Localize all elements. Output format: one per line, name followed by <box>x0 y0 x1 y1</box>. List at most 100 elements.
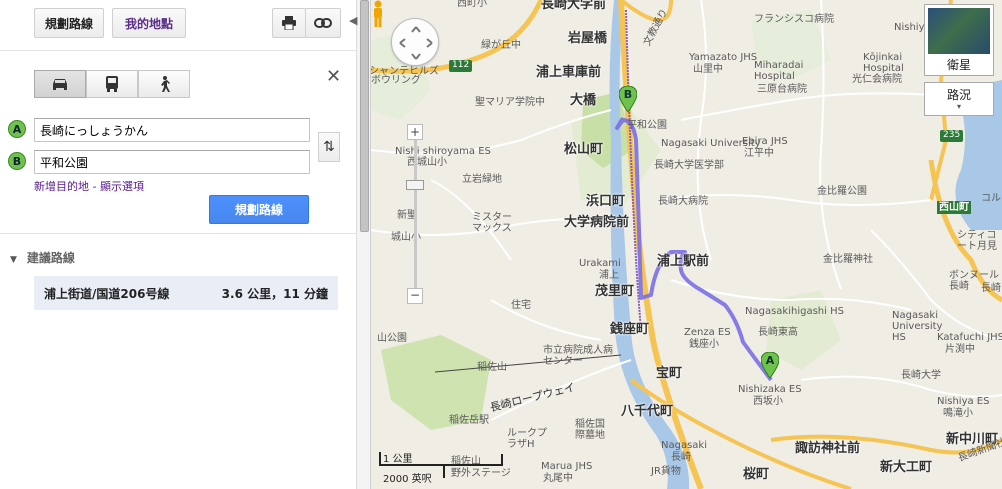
map-label: 光仁会病院 <box>852 74 902 85</box>
pegman-icon[interactable] <box>371 0 385 28</box>
map-label: 丸尾中 <box>543 473 573 484</box>
map-scale: 1 公里 2000 英呎 <box>379 448 519 485</box>
walking-icon <box>161 76 170 92</box>
map-label: フランシスコ病院 <box>754 14 834 25</box>
svg-text:A: A <box>766 354 775 367</box>
map-label: 長崎大学前 <box>541 0 607 12</box>
map-label: 大学病院前 <box>564 215 630 230</box>
scale-imperial: 2000 英呎 <box>383 474 432 485</box>
walking-mode-button[interactable] <box>138 70 190 98</box>
get-directions-tab[interactable]: 規劃路線 <box>34 8 104 38</box>
map-label: 諏訪神社前 <box>795 441 861 456</box>
car-icon <box>53 79 67 90</box>
map-label: Marua JHS <box>541 461 593 472</box>
show-options-link[interactable]: 顯示選項 <box>100 180 144 193</box>
transit-mode-button[interactable] <box>86 70 138 98</box>
map-label: Miharadai Hospital <box>754 60 804 82</box>
traffic-label: 路況 <box>946 88 971 102</box>
bus-icon <box>106 76 118 92</box>
map-label: 稲佐山 <box>477 362 507 373</box>
map-label: Nishizaka ES <box>738 384 802 395</box>
map-label: 片渕中 <box>945 344 975 355</box>
traffic-toggle[interactable]: 路況 ▾ <box>924 82 994 116</box>
map-label: Kōjinkai Hospital <box>863 52 904 74</box>
add-destination-link[interactable]: 新增目的地 <box>34 180 89 193</box>
map-label: 江平中 <box>744 148 774 159</box>
zoom-slider-track[interactable] <box>414 140 417 288</box>
destination-input[interactable] <box>34 150 310 174</box>
map-label: 銭座町 <box>610 322 650 337</box>
link-button[interactable] <box>305 8 341 38</box>
route-summary: 3.6 公里，11 分鐘 <box>221 286 328 301</box>
map-label: 長崎大病院 <box>658 196 708 207</box>
link-separator: - <box>89 180 100 193</box>
map-label: 銭座小 <box>689 339 719 350</box>
map-label: Nishiya ES <box>937 396 990 407</box>
svg-text:B: B <box>624 88 632 101</box>
map-label: 大橋 <box>570 93 597 108</box>
print-button[interactable] <box>272 8 306 38</box>
zoom-out-button[interactable]: − <box>407 288 423 304</box>
map-label: 住宅 <box>511 300 531 311</box>
map-label: 浦上駅前 <box>657 254 710 269</box>
map-label: 山公園 <box>377 333 407 344</box>
satellite-label: 衛星 <box>946 58 971 72</box>
map-label: Zenza ES <box>684 327 731 338</box>
collapse-panel-icon[interactable]: ◀ <box>349 14 357 27</box>
origin-input[interactable] <box>34 118 310 142</box>
panel-scrollbar[interactable] <box>359 0 370 489</box>
suggested-routes-header[interactable]: ▼ 建議路線 <box>10 249 75 266</box>
map-label: Nagasakihigashi HS <box>745 306 844 317</box>
map-label: Ebira JHS <box>742 136 788 147</box>
map-label: Yamazato JHS <box>689 52 758 63</box>
swap-waypoints-button[interactable]: ⇅ <box>318 132 340 162</box>
map-label: 山里中 <box>693 64 723 75</box>
map-label: 長崎 <box>671 452 691 463</box>
zoom-slider-handle[interactable] <box>406 180 424 190</box>
waypoint-b-marker: B <box>8 152 26 170</box>
map-label: 金比羅神社 <box>823 254 873 265</box>
map-label: ボウリング <box>371 75 421 86</box>
my-places-tab[interactable]: 我的地點 <box>112 8 186 38</box>
map-label: 金比羅公園 <box>817 186 867 197</box>
map-label: 三原台病院 <box>757 84 807 95</box>
map-label: 聖マリア学院中 <box>475 97 545 108</box>
close-icon[interactable]: ✕ <box>326 66 341 87</box>
map-label: JR貨物 <box>651 466 681 477</box>
map-label: ミスターマックス <box>472 212 512 234</box>
destination-marker-b[interactable]: B <box>619 86 637 112</box>
map-label: 茂里町 <box>595 284 635 299</box>
map-label: 長崎大学医学部 <box>654 160 724 171</box>
divider <box>0 233 356 234</box>
driving-mode-button[interactable] <box>34 70 86 98</box>
directions-panel: 規劃路線 我的地點 ✕ A B ⇅ 新增目的地 - 顯示選項 規劃路線 ▼ 建議路… <box>0 0 356 489</box>
map-label: 平和公園 <box>627 120 667 131</box>
swap-icon: ⇅ <box>323 139 335 155</box>
waypoint-a-marker: A <box>8 120 26 138</box>
scrollbar-thumb[interactable] <box>360 0 369 232</box>
satellite-toggle[interactable]: 衛星 <box>924 4 994 76</box>
pan-arrows-icon <box>399 26 433 60</box>
map-label: 市立病院成人病センター <box>543 345 613 367</box>
map-label: 西山町 <box>937 201 971 214</box>
get-directions-button[interactable]: 規劃路線 <box>209 195 309 224</box>
scale-metric: 1 公里 <box>383 454 413 465</box>
map-label: 稲佐岳駅 <box>449 415 489 426</box>
map-label: シティコート月見 <box>957 230 997 252</box>
map-label: 長崎大学 <box>901 370 941 381</box>
satellite-thumbnail <box>928 8 990 54</box>
map-label: 松山町 <box>564 142 604 157</box>
map-label: コルフ <box>981 193 1002 204</box>
suggested-routes-title: 建議路線 <box>26 251 75 265</box>
map-label: 宝町 <box>656 366 683 381</box>
origin-marker-a[interactable]: A <box>761 352 779 378</box>
route-name: 浦上街道/国道206号線 <box>44 286 170 301</box>
collapse-triangle-icon: ▼ <box>10 255 17 265</box>
map-label: 西坂小 <box>753 396 783 407</box>
map-canvas[interactable]: 112 235 長崎大学前 岩屋橋 浦上車庫前 大橋 松山町 浜口町 大学病院前… <box>371 0 1002 489</box>
pan-control[interactable] <box>391 18 439 66</box>
map-label: 稲佐国際墓地 <box>575 419 605 441</box>
zoom-in-button[interactable]: + <box>407 124 423 140</box>
route-option[interactable]: 浦上街道/国道206号線 3.6 公里，11 分鐘 <box>34 276 338 310</box>
form-links: 新增目的地 - 顯示選項 <box>34 178 144 194</box>
